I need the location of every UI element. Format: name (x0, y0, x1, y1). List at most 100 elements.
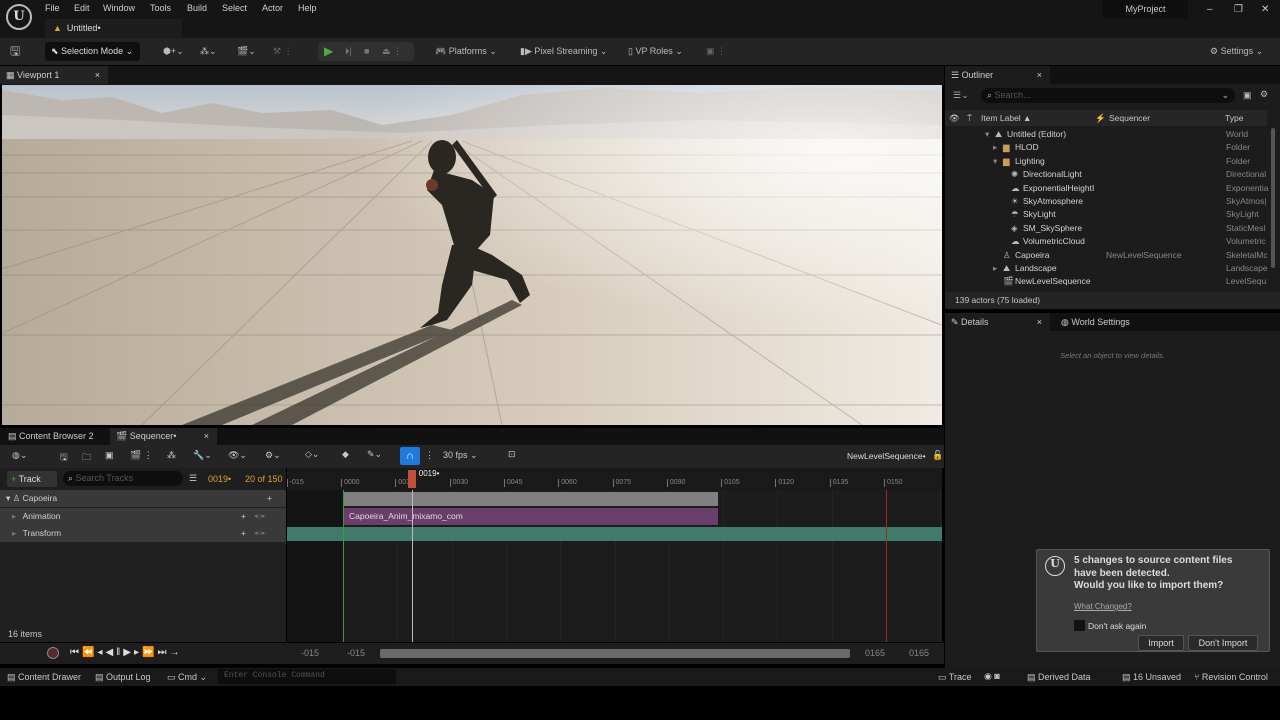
dont-ask-checkbox[interactable] (1074, 620, 1085, 631)
outliner-row[interactable]: ◈ SM_SkySphere StaticMesl (945, 222, 1267, 235)
key-nav-icon[interactable]: ◂○▸ (254, 508, 265, 525)
play-icon[interactable]: ▶ (324, 44, 333, 59)
modes-icon[interactable]: ⚒ ⋮ (273, 44, 293, 59)
menu-select[interactable]: Select (222, 3, 247, 13)
revision-control-button[interactable]: ⑂ Revision Control (1194, 672, 1268, 682)
menu-help[interactable]: Help (298, 3, 317, 13)
column-item-label[interactable]: Item Label ▲ (981, 110, 1031, 126)
outliner-row[interactable]: ▾ ▆ Lighting Folder (945, 155, 1267, 168)
more-options-icon[interactable]: ⋮ (425, 450, 434, 461)
level-viewport[interactable] (2, 85, 942, 425)
import-button[interactable]: Import (1138, 635, 1184, 651)
world-icon[interactable]: ◍⌄ (12, 450, 27, 461)
close-tab-icon[interactable]: × (95, 66, 100, 84)
save-icon[interactable]: 🖫 (10, 44, 20, 59)
virtual-camera-icon[interactable]: ▣ ⋮ (706, 44, 726, 59)
gear-icon[interactable]: ⚙ (1260, 89, 1268, 100)
outliner-row[interactable]: ☂ SkyLight SkyLight (945, 208, 1267, 221)
column-type[interactable]: Type (1225, 110, 1243, 126)
hierarchy-icon[interactable]: ⁂ (167, 450, 176, 461)
step-icon[interactable]: ⏵| (345, 44, 352, 59)
expand-icon[interactable]: ▾ (985, 128, 989, 141)
close-tab-icon[interactable]: × (1037, 66, 1042, 84)
platforms-dropdown[interactable]: 🎮 Platforms ⌄ (435, 44, 497, 59)
track-animation[interactable]: ▸ Animation + ◂○▸ (0, 508, 286, 525)
tab-world-settings[interactable]: ◍ World Settings (1055, 313, 1165, 331)
save-sequence-icon[interactable]: 🖫 (60, 450, 68, 466)
settings-dropdown[interactable]: ⚙ Settings ⌄ (1210, 44, 1263, 59)
key-nav-icon[interactable]: ◂○▸ (254, 525, 265, 542)
outliner-row[interactable]: ☁ VolumetricCloud Volumetric (945, 235, 1267, 248)
eye-icon[interactable]: 👁⌄ (228, 450, 247, 461)
eject-icon[interactable]: ⏏ ⋮ (382, 44, 402, 59)
playhead-handle[interactable] (407, 470, 416, 488)
transform-section[interactable] (287, 527, 942, 541)
menu-edit[interactable]: Edit (74, 3, 90, 13)
play-range-end[interactable]: 0165 (865, 648, 885, 658)
animation-clip[interactable]: Capoeira_Anim_mixamo_com (343, 508, 718, 525)
minimize-button[interactable]: – (1207, 4, 1213, 15)
add-actor-icon[interactable]: ⬢+⌄ (163, 44, 184, 59)
filter-icon[interactable]: ☰⌄ (953, 90, 969, 101)
outliner-row[interactable]: ♙ Capoeira NewLevelSequence SkeletalMc (945, 249, 1268, 262)
view-range-start[interactable]: -015 (301, 648, 319, 658)
outliner-row[interactable]: 🎬 NewLevelSequence LevelSequ (945, 275, 1267, 288)
end-marker[interactable] (886, 490, 887, 642)
fps-dropdown[interactable]: 30 fps ⌄ (443, 450, 478, 461)
outliner-row[interactable]: ☀ SkyAtmosphere SkyAtmos| (945, 195, 1267, 208)
record-button[interactable] (47, 647, 59, 659)
add-icon[interactable]: + (267, 490, 272, 507)
unsaved-button[interactable]: ▤ 16 Unsaved (1122, 672, 1181, 683)
tab-sequencer[interactable]: 🎬 Sequencer• × (110, 428, 217, 445)
play-range-start[interactable]: -015 (347, 648, 365, 658)
menu-tools[interactable]: Tools (150, 3, 171, 13)
timeline-scrollbar[interactable] (380, 649, 850, 658)
stop-icon[interactable]: ■ (364, 44, 369, 59)
outliner-search-input[interactable]: ⌕ Search... ⌄ (981, 88, 1235, 103)
render-movie-icon[interactable]: ▣ (105, 450, 114, 461)
filter-icon[interactable]: ☰ (189, 473, 197, 484)
find-asset-icon[interactable]: 🗀 (82, 450, 91, 466)
start-marker[interactable] (343, 490, 344, 642)
what-changed-link[interactable]: What Changed? (1074, 602, 1132, 611)
wrench-icon[interactable]: 🔧⌄ (193, 450, 212, 461)
tab-untitled-level[interactable]: ▲ Untitled• (45, 19, 182, 38)
content-drawer-button[interactable]: ▤ Content Drawer (7, 672, 81, 683)
expand-icon[interactable]: ▸ (993, 141, 997, 154)
playhead-line[interactable] (411, 490, 413, 642)
blueprint-icon[interactable]: ⁂⌄ (200, 44, 217, 59)
menu-actor[interactable]: Actor (262, 3, 283, 13)
outliner-row[interactable]: ▾ ⛰ Untitled (Editor) World (945, 128, 1267, 141)
playback-controls[interactable]: ⏮⏪◂◀‖▶▸⏩⏭→ (70, 647, 182, 658)
timeline-area[interactable]: Capoeira_Anim_mixamo_com (287, 490, 942, 642)
tab-details[interactable]: ✎ Details × (945, 313, 1050, 331)
visibility-icon[interactable]: 👁 (949, 110, 960, 126)
capoeira-section[interactable] (343, 492, 718, 506)
console-input[interactable]: Enter Console Command (218, 669, 396, 684)
pixel-streaming-dropdown[interactable]: ▮▶ Pixel Streaming ⌄ (520, 44, 607, 59)
expand-icon[interactable]: ▸ (993, 262, 997, 275)
maximize-button[interactable]: ❐ (1234, 4, 1243, 15)
tab-content-browser-2[interactable]: ▤ Content Browser 2 (2, 428, 107, 444)
cmd-dropdown[interactable]: ▭ Cmd ⌄ (167, 672, 207, 683)
cinematics-icon[interactable]: 🎬⌄ (237, 44, 256, 59)
tab-outliner[interactable]: ☰ Outliner × (945, 66, 1050, 84)
playback-options-icon[interactable]: ⚙⌄ (265, 450, 281, 461)
search-tracks-input[interactable]: ⌕ Search Tracks (63, 471, 183, 486)
menu-build[interactable]: Build (187, 3, 207, 13)
add-icon[interactable]: + (241, 525, 246, 542)
vp-roles-dropdown[interactable]: ▯ VP Roles ⌄ (628, 44, 683, 59)
current-frame[interactable]: 0019• (208, 474, 231, 484)
menu-file[interactable]: File (45, 3, 60, 13)
close-tab-icon[interactable]: × (1037, 313, 1042, 331)
trace-status-icons[interactable]: ◉ ◙ (984, 671, 1000, 682)
auto-key-icon[interactable]: ◆ (342, 449, 349, 460)
curve-editor-icon[interactable]: ⊡ (508, 449, 516, 460)
add-folder-icon[interactable]: ▣ (1243, 90, 1252, 101)
track-capoeira[interactable]: ▾ ♙ Capoeira + (0, 490, 286, 507)
key-icon[interactable]: ◇⌄ (305, 449, 319, 460)
add-icon[interactable]: + (241, 508, 246, 525)
outliner-row[interactable]: ▸ ⛰ Landscape Landscape (945, 262, 1268, 275)
lock-icon[interactable]: 🔓 (932, 450, 943, 461)
time-ruler[interactable]: -015 0000 0015 0030 0045 0060 0075 0090 0105 0120… (286, 468, 942, 490)
